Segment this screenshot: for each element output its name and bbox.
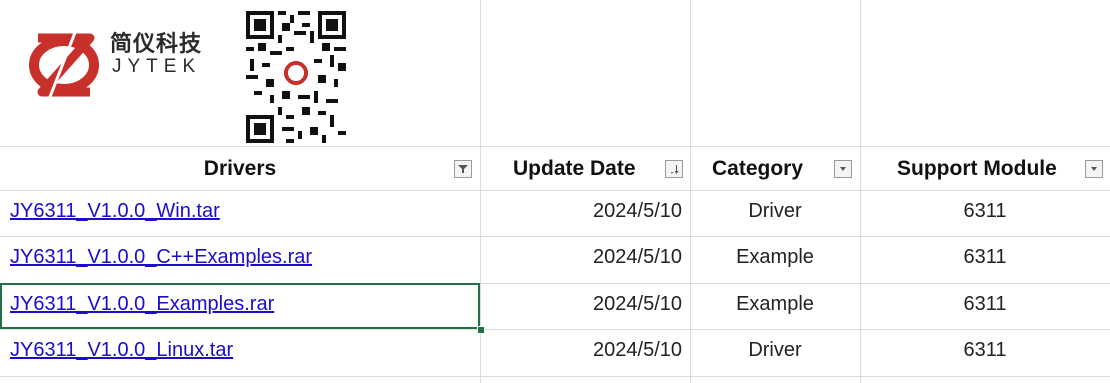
support-module-cell: 6311 — [963, 200, 1007, 222]
header-drivers-label: Drivers — [203, 157, 277, 180]
category-cell: Driver — [748, 339, 802, 361]
dropdown-arrow-icon — [1091, 167, 1097, 171]
qr-code-image — [246, 11, 346, 143]
update-date-cell: 2024/5/10 — [593, 339, 682, 361]
driver-download-link[interactable]: JY6311_V1.0.0_Linux.tar — [10, 339, 233, 362]
header-update-date-label: Update Date — [513, 157, 636, 180]
update-date-sort-button[interactable] — [665, 160, 683, 178]
spreadsheet: 简仪科技 JYTEK Drivers Update Date Category … — [0, 0, 1110, 383]
grid-line — [0, 376, 1110, 377]
support-module-cell: 6311 — [963, 293, 1007, 315]
header-drivers: Drivers — [0, 148, 480, 190]
category-filter-button[interactable] — [834, 160, 852, 178]
active-cell-selection — [0, 283, 480, 329]
dropdown-arrow-icon — [840, 167, 846, 171]
brand-name-english: JYTEK — [112, 56, 202, 77]
filter-active-icon — [458, 165, 468, 173]
driver-download-link[interactable]: JY6311_V1.0.0_Win.tar — [10, 200, 220, 223]
header-support-module: Support Module — [897, 148, 1077, 190]
support-module-cell: 6311 — [963, 246, 1007, 268]
header-category: Category — [712, 148, 832, 190]
category-cell: Driver — [748, 200, 802, 222]
drivers-filter-button[interactable] — [454, 160, 472, 178]
brand-name-chinese: 简仪科技 — [110, 32, 203, 57]
header-category-label: Category — [712, 157, 804, 180]
update-date-cell: 2024/5/10 — [593, 200, 682, 222]
update-date-cell: 2024/5/10 — [593, 293, 682, 315]
support-module-cell: 6311 — [963, 339, 1007, 361]
category-cell: Example — [736, 246, 814, 268]
support-module-filter-button[interactable] — [1085, 160, 1103, 178]
update-date-cell: 2024/5/10 — [593, 246, 682, 268]
header-support-module-label: Support Module — [897, 157, 1057, 180]
sort-ascending-icon — [671, 165, 679, 174]
category-cell: Example — [736, 293, 814, 315]
table-row: JY6311_V1.0.0_Win.tar 2024/5/10 Driver 6… — [0, 190, 1110, 236]
driver-download-link[interactable]: JY6311_V1.0.0_C++Examples.rar — [10, 246, 312, 269]
jytek-logo — [29, 29, 99, 103]
grid-line — [0, 146, 1110, 147]
table-row: JY6311_V1.0.0_Linux.tar 2024/5/10 Driver… — [0, 329, 1110, 375]
fill-handle[interactable] — [477, 326, 485, 334]
table-row: JY6311_V1.0.0_C++Examples.rar 2024/5/10 … — [0, 236, 1110, 282]
header-update-date: Update Date — [513, 148, 663, 190]
